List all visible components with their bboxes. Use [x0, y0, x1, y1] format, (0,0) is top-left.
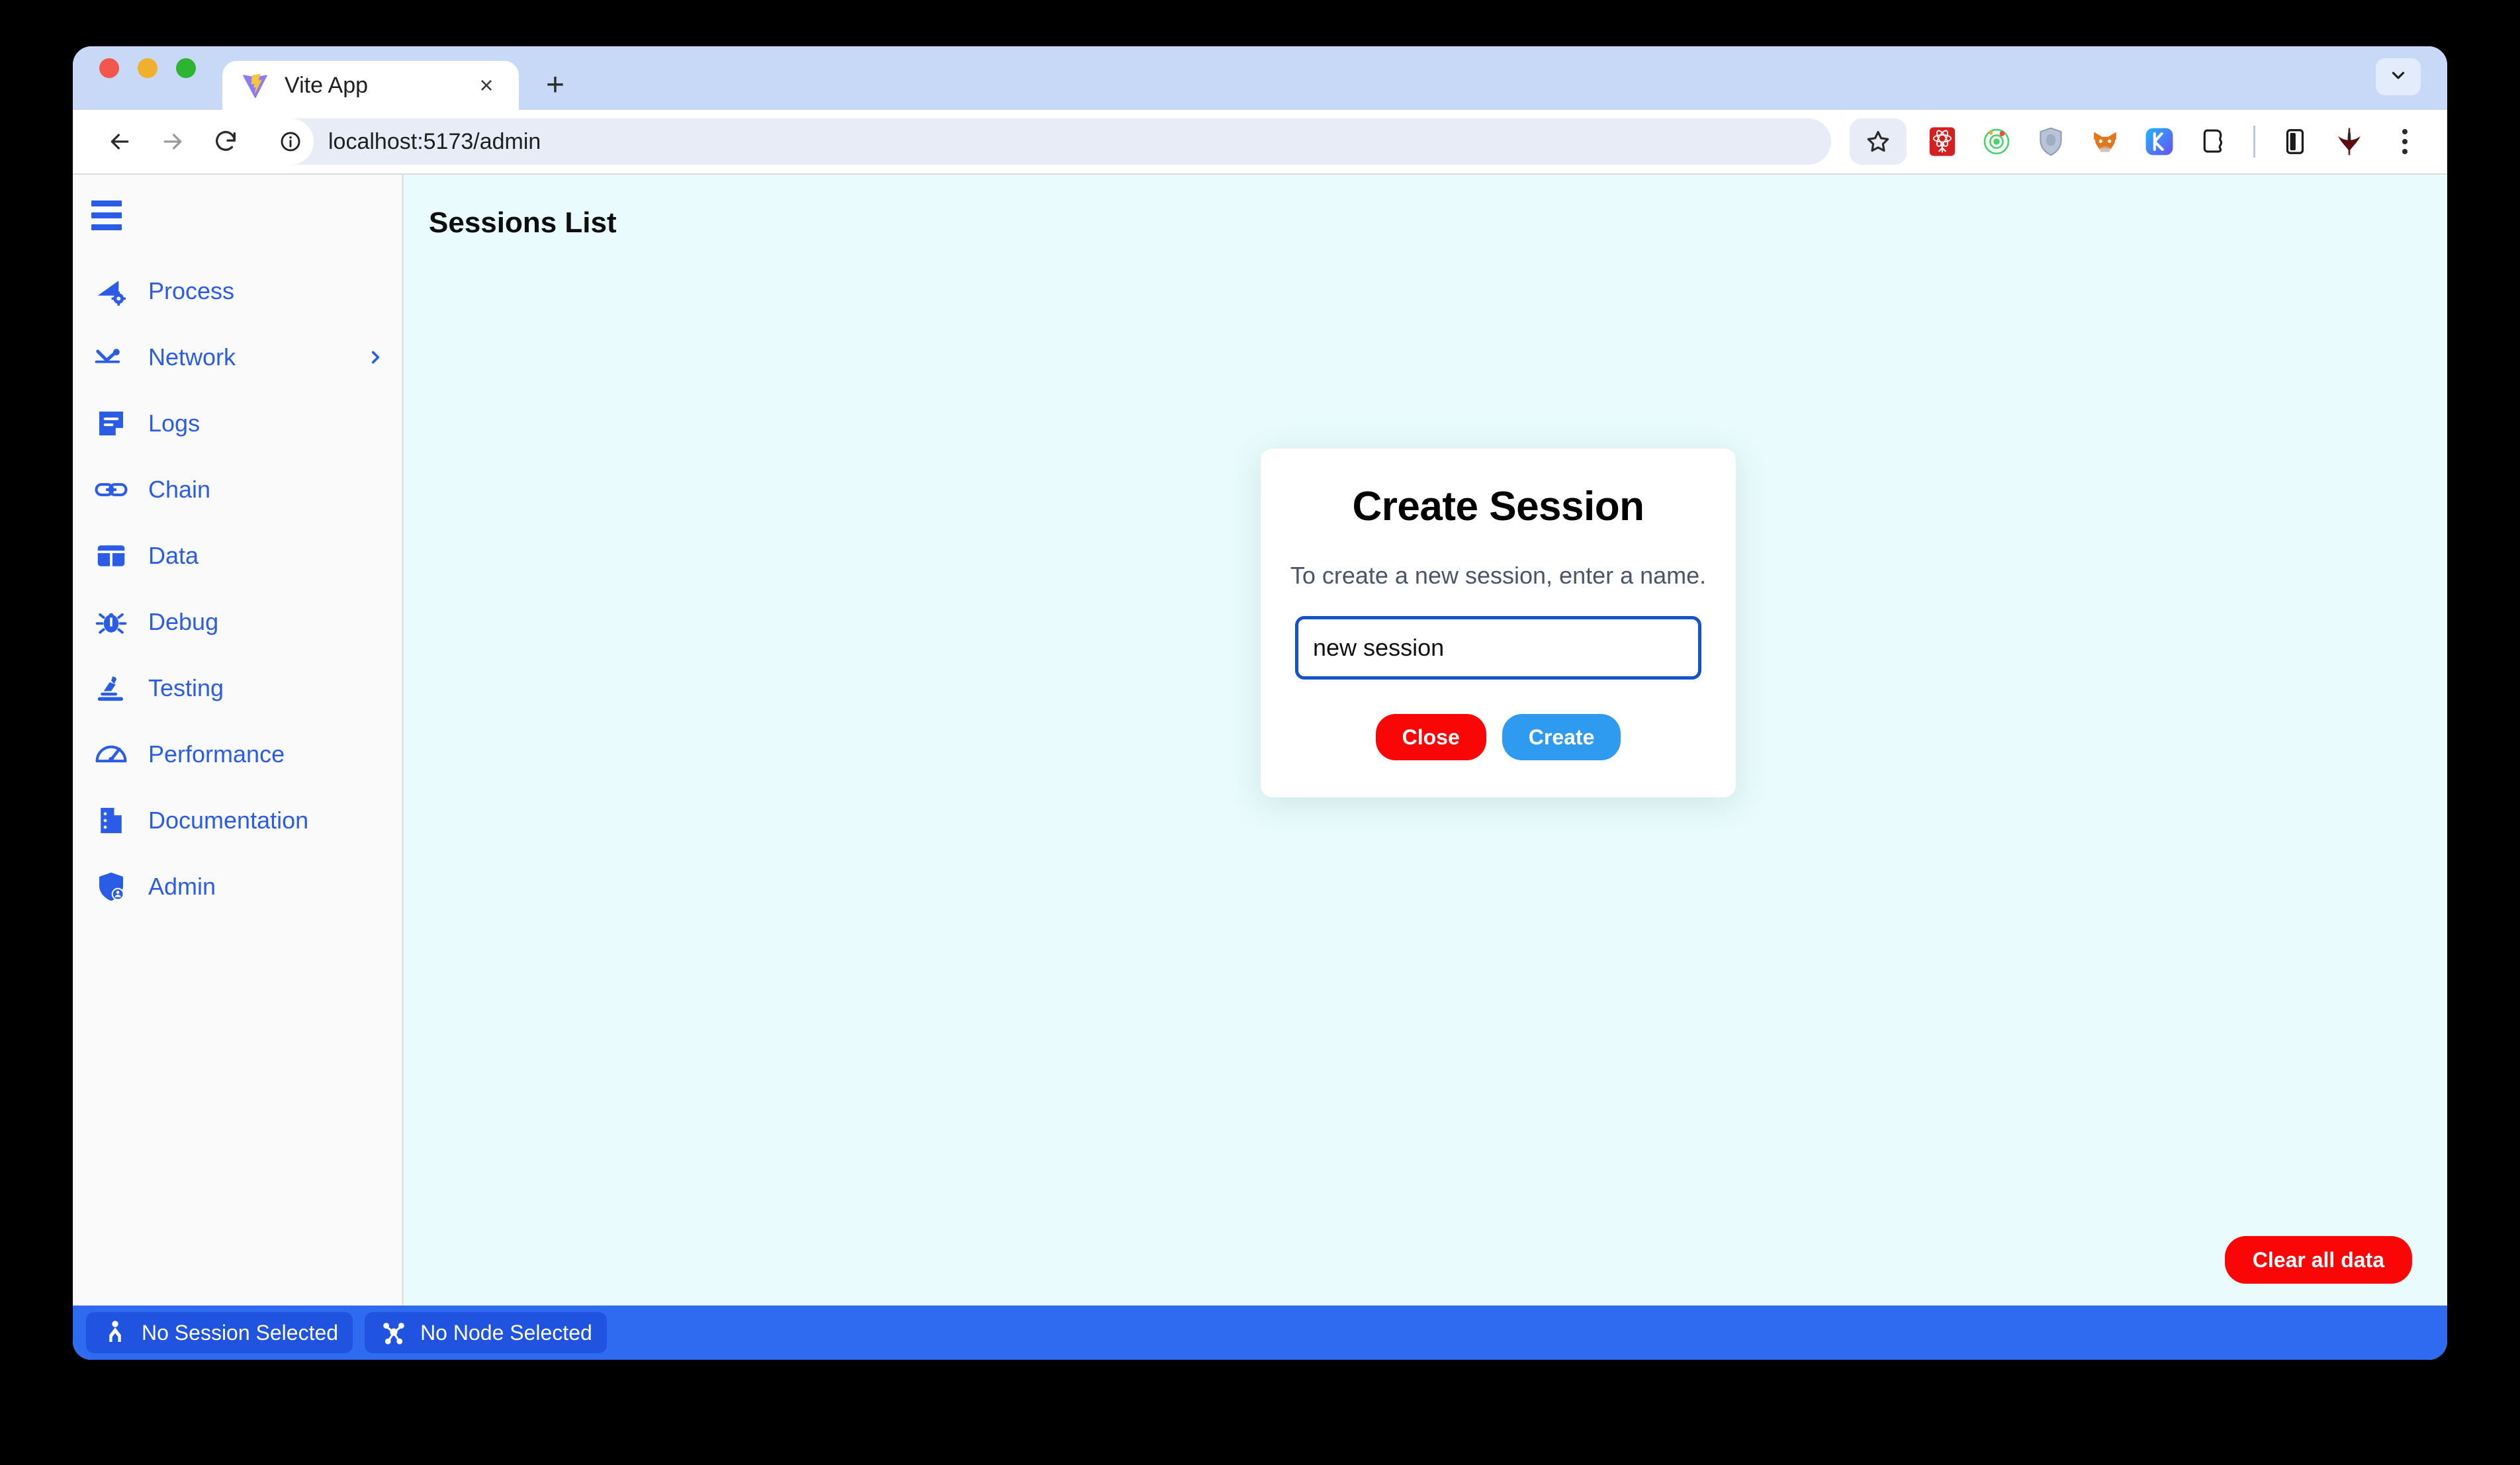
split-view-icon[interactable]: [2276, 123, 2314, 160]
chevron-right-icon: [366, 811, 384, 830]
sidebar-item-label: Chain: [148, 476, 211, 503]
sidebar-item-label: Performance: [148, 740, 285, 768]
close-button[interactable]: Close: [1375, 714, 1486, 760]
close-window-button[interactable]: [99, 58, 119, 78]
chevron-right-icon: [366, 613, 384, 631]
modal-description: To create a new session, enter a name.: [1290, 562, 1707, 589]
sidebar-item-chain[interactable]: Chain: [73, 457, 402, 523]
browser-tab[interactable]: Vite App ×: [222, 61, 519, 110]
address-bar[interactable]: localhost:5173/admin: [267, 118, 1831, 165]
chevron-right-icon: [366, 745, 384, 764]
metamask-fox-icon[interactable]: [2087, 123, 2124, 160]
new-tab-button[interactable]: +: [531, 61, 580, 110]
sidebar-item-logs[interactable]: Logs: [73, 390, 402, 457]
session-name-input[interactable]: [1295, 616, 1701, 680]
chevron-right-icon: [366, 679, 384, 697]
debug-bug-icon: [93, 603, 130, 641]
chevron-right-icon: [366, 282, 384, 300]
performance-gauge-icon: [93, 736, 130, 773]
sidebar-item-admin[interactable]: Admin: [73, 854, 402, 920]
keplr-wallet-icon[interactable]: [2141, 123, 2178, 160]
shield-privacy-icon[interactable]: [2032, 123, 2069, 160]
reload-icon[interactable]: [202, 118, 249, 165]
sidebar-item-label: Data: [148, 542, 199, 569]
page-title: Sessions List: [429, 206, 617, 239]
status-badge-node[interactable]: No Node Selected: [365, 1312, 607, 1353]
close-icon[interactable]: ×: [472, 73, 500, 97]
sidebar-item-label: Testing: [148, 674, 224, 701]
node-graph-icon: [379, 1318, 408, 1347]
chain-link-icon: [93, 471, 130, 508]
status-bar: No Session Selected No Node Selected: [73, 1306, 2447, 1360]
process-gear-icon: [93, 273, 130, 310]
session-person-icon: [101, 1318, 130, 1347]
hamburger-menu-icon[interactable]: [73, 189, 139, 241]
browser-tab-strip: Vite App × +: [73, 46, 2447, 110]
chevron-right-icon: [366, 480, 384, 499]
tab-search-button[interactable]: [2376, 58, 2421, 95]
logs-note-icon: [93, 405, 130, 442]
tab-title: Vite App: [285, 72, 369, 98]
clear-all-data-button[interactable]: Clear all data: [2224, 1236, 2412, 1284]
chevron-right-icon[interactable]: [366, 348, 384, 367]
data-grid-icon: [93, 537, 130, 574]
sidebar-item-performance[interactable]: Performance: [73, 721, 402, 787]
sidebar-item-data[interactable]: Data: [73, 523, 402, 589]
status-session-label: No Session Selected: [142, 1320, 339, 1345]
sidebar: Process Network Logs Chain Data Debug Te…: [73, 175, 404, 1360]
documentation-file-icon: [93, 802, 130, 839]
network-icon: [93, 339, 130, 376]
sidebar-item-label: Process: [148, 277, 235, 304]
app-page: Process Network Logs Chain Data Debug Te…: [73, 175, 2447, 1360]
sidebar-item-testing[interactable]: Testing: [73, 655, 402, 721]
chevron-right-icon: [366, 414, 384, 433]
sidebar-item-network[interactable]: Network: [73, 324, 402, 390]
status-badge-session[interactable]: No Session Selected: [86, 1312, 353, 1353]
bookmark-star-icon[interactable]: [1850, 118, 1907, 165]
minimize-window-button[interactable]: [138, 58, 158, 78]
forward-icon[interactable]: [150, 118, 196, 165]
sidebar-item-documentation[interactable]: Documentation: [73, 787, 402, 854]
maximize-window-button[interactable]: [176, 58, 196, 78]
sidebar-item-debug[interactable]: Debug: [73, 589, 402, 655]
extension-orbit-icon[interactable]: [1978, 123, 2015, 160]
extensions-puzzle-icon[interactable]: [2331, 123, 2368, 160]
phantom-wallet-icon[interactable]: [2195, 123, 2232, 160]
vite-logo-icon: [241, 71, 270, 100]
sidebar-item-label: Documentation: [148, 807, 309, 834]
url-text: localhost:5173/admin: [328, 128, 541, 154]
sidebar-item-label: Debug: [148, 608, 219, 635]
chevron-right-icon: [366, 547, 384, 565]
create-button[interactable]: Create: [1502, 714, 1621, 760]
status-node-label: No Node Selected: [420, 1320, 592, 1345]
chevron-right-icon: [366, 877, 384, 896]
back-icon[interactable]: [97, 118, 143, 165]
chevron-down-icon: [2388, 66, 2408, 89]
browser-toolbar: localhost:5173/admin: [73, 110, 2447, 175]
modal-title: Create Session: [1352, 484, 1645, 529]
sidebar-item-label: Admin: [148, 873, 216, 900]
kebab-menu-icon[interactable]: [2386, 120, 2423, 163]
toolbar-divider: [2253, 126, 2255, 157]
info-circle-icon[interactable]: [267, 118, 314, 165]
browser-window: Vite App × + localhost:5173/admin Proces…: [73, 46, 2447, 1360]
sidebar-item-label: Logs: [148, 410, 201, 437]
modal-actions: Close Create: [1375, 714, 1621, 760]
react-devtools-icon[interactable]: [1924, 123, 1961, 160]
testing-microscope-icon: [93, 670, 130, 707]
sidebar-item-label: Network: [148, 343, 236, 371]
create-session-modal: Create Session To create a new session, …: [1261, 449, 1736, 797]
window-traffic-lights: [99, 46, 196, 110]
admin-shield-user-icon: [93, 868, 130, 905]
sidebar-item-process[interactable]: Process: [73, 258, 402, 324]
